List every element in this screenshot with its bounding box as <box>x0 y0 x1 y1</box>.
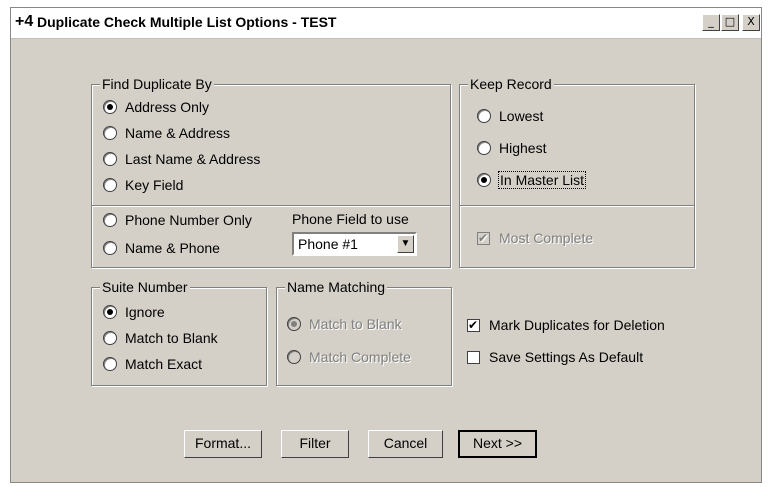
phone-field-label: Phone Field to use <box>292 211 409 227</box>
close-button[interactable]: X <box>742 14 760 31</box>
checkbox-save-settings[interactable]: Save Settings As Default <box>467 349 643 365</box>
cancel-button[interactable]: Cancel <box>368 430 443 458</box>
checkbox-most-complete[interactable]: Most Complete <box>477 230 593 246</box>
radio-label: Phone Number Only <box>125 212 252 228</box>
radio-address-only[interactable]: Address Only <box>103 99 209 115</box>
radio-button[interactable] <box>103 178 117 192</box>
radio-button[interactable] <box>287 317 301 331</box>
radio-key-field[interactable]: Key Field <box>103 177 183 193</box>
radio-ignore[interactable]: Ignore <box>103 304 165 320</box>
radio-lowest[interactable]: Lowest <box>477 108 543 124</box>
phone-field-select[interactable]: Phone #1 ▼ <box>292 232 417 256</box>
chevron-down-icon[interactable]: ▼ <box>397 235 414 253</box>
maximize-button[interactable]: □ <box>721 14 739 31</box>
radio-label: Address Only <box>125 99 210 115</box>
radio-match-exact[interactable]: Match Exact <box>103 356 202 372</box>
app-icon: +4 <box>15 13 34 30</box>
title-bar: +4 Duplicate Check Multiple List Options… <box>11 8 761 39</box>
divider <box>92 205 450 207</box>
radio-button[interactable] <box>103 357 117 371</box>
radio-name-phone[interactable]: Name & Phone <box>103 240 220 256</box>
radio-label: Match to Blank <box>309 316 402 332</box>
radio-button[interactable] <box>103 100 117 114</box>
radio-label: Lowest <box>499 108 544 124</box>
radio-label: Last Name & Address <box>125 151 261 167</box>
radio-label: In Master List <box>497 171 587 189</box>
next-button[interactable]: Next >> <box>458 430 537 458</box>
radio-name-match-to-blank[interactable]: Match to Blank <box>287 316 402 332</box>
keep-record-legend: Keep Record <box>468 76 554 92</box>
window-title: Duplicate Check Multiple List Options - … <box>37 14 337 30</box>
radio-in-master-list[interactable]: In Master List <box>477 171 587 189</box>
radio-phone-number-only[interactable]: Phone Number Only <box>103 212 252 228</box>
phone-field-value: Phone #1 <box>298 236 358 252</box>
radio-name-match-complete[interactable]: Match Complete <box>287 349 411 365</box>
name-matching-legend: Name Matching <box>285 279 388 295</box>
radio-label: Ignore <box>125 304 165 320</box>
radio-label: Name & Phone <box>125 240 220 256</box>
find-duplicate-by-legend: Find Duplicate By <box>100 76 214 92</box>
radio-button[interactable] <box>477 141 491 155</box>
radio-label: Match to Blank <box>125 330 218 346</box>
radio-label: Match Exact <box>125 356 203 372</box>
radio-highest[interactable]: Highest <box>477 140 546 156</box>
checkbox-label: Save Settings As Default <box>489 349 644 365</box>
checkbox[interactable] <box>467 350 480 364</box>
radio-name-address[interactable]: Name & Address <box>103 125 230 141</box>
suite-number-legend: Suite Number <box>100 279 190 295</box>
minimize-button[interactable]: _ <box>702 14 720 31</box>
divider <box>460 205 694 207</box>
checkbox[interactable] <box>477 230 490 246</box>
radio-label: Highest <box>499 140 547 156</box>
radio-button[interactable] <box>103 241 117 255</box>
checkbox-mark-duplicates[interactable]: Mark Duplicates for Deletion <box>467 317 665 333</box>
checkbox-label: Most Complete <box>499 230 594 246</box>
dialog-window: +4 Duplicate Check Multiple List Options… <box>10 7 762 483</box>
radio-button[interactable] <box>103 152 117 166</box>
radio-button[interactable] <box>287 350 301 364</box>
radio-label: Match Complete <box>309 349 411 365</box>
radio-label: Key Field <box>125 177 184 193</box>
radio-button[interactable] <box>477 109 491 123</box>
radio-match-to-blank[interactable]: Match to Blank <box>103 330 218 346</box>
radio-button[interactable] <box>477 173 491 187</box>
radio-button[interactable] <box>103 213 117 227</box>
checkbox[interactable] <box>467 317 480 333</box>
filter-button[interactable]: Filter <box>281 430 349 458</box>
radio-button[interactable] <box>103 305 117 319</box>
radio-last-name-address[interactable]: Last Name & Address <box>103 151 260 167</box>
radio-button[interactable] <box>103 331 117 345</box>
format-button[interactable]: Format... <box>184 430 262 458</box>
radio-button[interactable] <box>103 126 117 140</box>
radio-label: Name & Address <box>125 125 231 141</box>
checkbox-label: Mark Duplicates for Deletion <box>489 317 665 333</box>
name-matching-group: Name Matching <box>276 279 452 386</box>
